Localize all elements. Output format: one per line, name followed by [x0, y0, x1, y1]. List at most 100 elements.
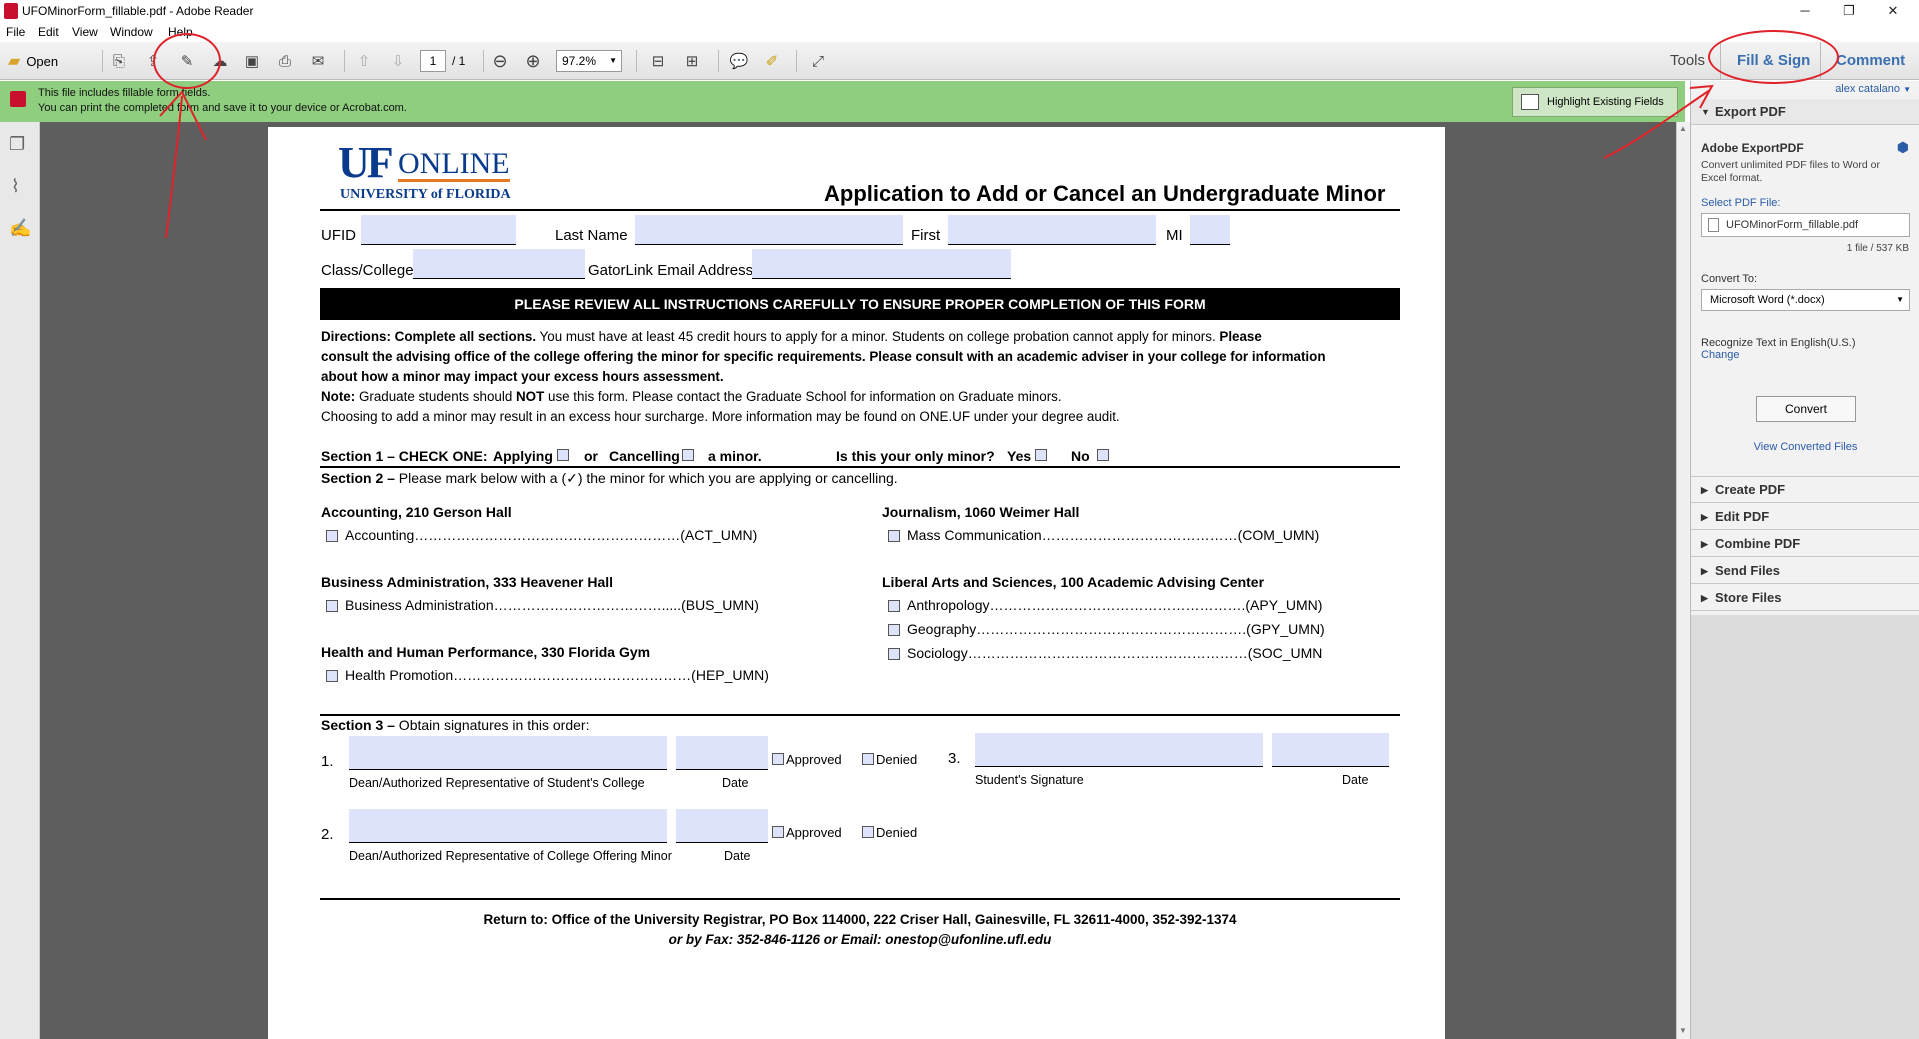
- form-notice-icon: [10, 91, 26, 107]
- chevron-down-icon: ▼: [1896, 295, 1904, 304]
- combine-pdf-header[interactable]: ▶ Combine PDF: [1691, 531, 1919, 557]
- change-link[interactable]: Change: [1701, 349, 1740, 361]
- scroll-down-icon[interactable]: ▼: [1679, 1026, 1687, 1035]
- scroll-up-icon[interactable]: ▲: [1679, 124, 1687, 133]
- page-total: / 1: [452, 54, 466, 68]
- scrolling-mode-icon[interactable]: ⊟: [646, 49, 670, 73]
- next-page-icon[interactable]: ⇩: [386, 49, 410, 73]
- mi-field[interactable]: [1190, 215, 1230, 245]
- sociology-checkbox[interactable]: [888, 648, 900, 660]
- convert-button[interactable]: Convert: [1756, 396, 1856, 422]
- vertical-scrollbar[interactable]: ▲ ▼: [1676, 122, 1690, 1039]
- menu-window[interactable]: Window: [110, 25, 153, 39]
- prev-page-icon[interactable]: ⇧: [352, 49, 376, 73]
- store-files-header[interactable]: ▶ Store Files: [1691, 585, 1919, 611]
- class-college-field[interactable]: [413, 249, 585, 279]
- dean-2-approved-label: Approved: [786, 825, 842, 840]
- business-checkbox[interactable]: [326, 600, 338, 612]
- student-date-field[interactable]: [1272, 733, 1389, 767]
- menu-file[interactable]: File: [6, 25, 25, 39]
- ufid-field[interactable]: [361, 215, 516, 245]
- folder-icon: ▰: [8, 53, 21, 70]
- dean-2-approved-checkbox[interactable]: [772, 826, 784, 838]
- last-name-field[interactable]: [635, 215, 903, 245]
- logo-university: UNIVERSITY of FLORIDA: [340, 187, 511, 202]
- health-promotion-checkbox[interactable]: [326, 670, 338, 682]
- fullscreen-icon[interactable]: ⤢: [806, 49, 830, 73]
- first-name-field[interactable]: [948, 215, 1156, 245]
- tools-panel: alex catalano ▼ ▼ Export PDF Adobe Export…: [1690, 81, 1919, 1039]
- yes-checkbox[interactable]: [1035, 449, 1047, 461]
- dean-1-signature-field[interactable]: [349, 736, 667, 770]
- restore-icon[interactable]: ❐: [1827, 0, 1871, 22]
- chevron-down-icon: ▼: [1903, 85, 1911, 94]
- dean-2-date-field[interactable]: [676, 809, 768, 843]
- create-pdf-header[interactable]: ▶ Create PDF: [1691, 477, 1919, 503]
- send-files-header[interactable]: ▶ Send Files: [1691, 558, 1919, 584]
- first-name-label: First: [911, 227, 941, 244]
- anthropology-option: Anthropology……………………………………………….(APY_UMN): [907, 597, 1323, 613]
- geography-checkbox[interactable]: [888, 624, 900, 636]
- comment-bubble-icon[interactable]: 💬: [727, 49, 751, 73]
- sig-1-number: 1.: [321, 753, 334, 770]
- fit-page-icon[interactable]: ⊞: [680, 49, 704, 73]
- annotation-circle-fill-sign: [1708, 30, 1839, 84]
- applying-checkbox[interactable]: [557, 449, 569, 461]
- email-icon[interactable]: ✉: [306, 49, 330, 73]
- signature-icon[interactable]: ✍: [9, 218, 31, 239]
- zoom-in-icon[interactable]: ⊕: [521, 49, 545, 73]
- selected-file-box[interactable]: UFOMinorForm_fillable.pdf: [1701, 213, 1910, 237]
- dean-2-signature-field[interactable]: [349, 809, 667, 843]
- anthropology-checkbox[interactable]: [888, 600, 900, 612]
- export-product-name: Adobe ExportPDF: [1701, 141, 1804, 155]
- highlight-fields-button[interactable]: Highlight Existing Fields: [1512, 87, 1678, 117]
- cancelling-checkbox[interactable]: [682, 449, 694, 461]
- tab-comment[interactable]: Comment: [1836, 42, 1905, 80]
- dean-1-denied-checkbox[interactable]: [862, 753, 874, 765]
- chevron-down-icon: ▼: [609, 56, 617, 65]
- title-bar: UFOMinorForm_fillable.pdf - Adobe Reader…: [0, 0, 1919, 22]
- user-account-menu[interactable]: alex catalano ▼: [1835, 83, 1911, 95]
- email-label: GatorLink Email Address: [588, 262, 754, 279]
- dean-1-approved-checkbox[interactable]: [772, 753, 784, 765]
- business-option: Business Administration……………………………….....…: [345, 597, 759, 613]
- accounting-option: Accounting…………………………………………………(ACT_UMN): [345, 527, 758, 543]
- create-pdf-icon[interactable]: ⎘: [107, 49, 131, 73]
- caret-right-icon: ▶: [1701, 485, 1708, 495]
- tab-tools[interactable]: Tools: [1670, 42, 1705, 80]
- edit-pdf-header[interactable]: ▶ Edit PDF: [1691, 504, 1919, 530]
- class-college-label: Class/College: [321, 262, 414, 279]
- convert-to-label: Convert To:: [1701, 273, 1758, 285]
- mass-communication-option: Mass Communication……………………………………(COM_UMN…: [907, 527, 1320, 543]
- attachment-icon[interactable]: ⌇: [11, 176, 20, 197]
- format-select[interactable]: Microsoft Word (*.docx) ▼: [1701, 289, 1910, 311]
- no-checkbox[interactable]: [1097, 449, 1109, 461]
- student-signature-field[interactable]: [975, 733, 1263, 767]
- caret-right-icon: ▶: [1701, 593, 1708, 603]
- export-description: Convert unlimited PDF files to Word or E…: [1701, 159, 1880, 184]
- view-converted-link[interactable]: View Converted Files: [1691, 441, 1919, 453]
- left-navigation-rail: ❐ ⌇ ✍: [0, 122, 40, 1039]
- sig-2-number: 2.: [321, 826, 334, 843]
- mass-communication-checkbox[interactable]: [888, 530, 900, 542]
- menu-edit[interactable]: Edit: [38, 25, 59, 39]
- page-number-input[interactable]: 1: [420, 50, 446, 72]
- zoom-select[interactable]: 97.2% ▼: [556, 50, 622, 72]
- accounting-checkbox[interactable]: [326, 530, 338, 542]
- export-pdf-header[interactable]: ▼ Export PDF: [1691, 99, 1919, 125]
- zoom-out-icon[interactable]: ⊖: [488, 49, 512, 73]
- email-field[interactable]: [752, 249, 1011, 279]
- pages-icon[interactable]: ❐: [9, 134, 25, 155]
- minimize-icon[interactable]: ─: [1783, 0, 1827, 22]
- open-button[interactable]: ▰ Open: [8, 49, 78, 73]
- dean-2-denied-checkbox[interactable]: [862, 826, 874, 838]
- dean-1-date-field[interactable]: [676, 736, 768, 770]
- logo-online: ONLINE: [398, 147, 510, 182]
- highlight-icon[interactable]: ✐: [760, 49, 784, 73]
- menu-view[interactable]: View: [72, 25, 98, 39]
- save-icon[interactable]: ▣: [240, 49, 264, 73]
- close-icon[interactable]: ✕: [1871, 0, 1915, 22]
- geography-option: Geography………………………………………………….(GPY_UMN): [907, 621, 1325, 637]
- print-icon[interactable]: ⎙: [273, 49, 297, 73]
- section-1-label: Section 1 – CHECK ONE:: [321, 448, 488, 464]
